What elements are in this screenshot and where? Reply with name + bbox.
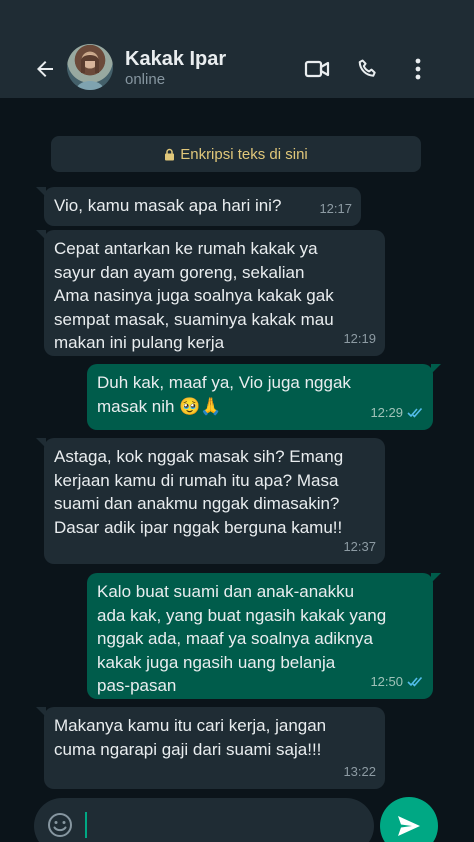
encryption-text: Enkripsi teks di sini	[180, 145, 308, 163]
message-time: 12:29	[370, 401, 424, 425]
chat-header: Kakak Ipar online	[0, 0, 474, 98]
send-icon	[398, 816, 420, 836]
back-arrow-icon[interactable]	[30, 54, 60, 84]
message-text: Vio, kamu masak apa hari ini?	[54, 196, 282, 215]
encryption-notice[interactable]: Enkripsi teks di sini	[51, 136, 421, 172]
message-bubble[interactable]: Duh kak, maaf ya, Vio juga nggak masak n…	[87, 364, 441, 430]
message-input[interactable]	[34, 798, 374, 842]
message-time: 13:22	[343, 763, 376, 779]
message-bubble[interactable]: Kalo buat suami dan anak-anakku ada kak,…	[87, 573, 441, 699]
message-bubble[interactable]: Makanya kamu itu cari kerja, jangan cuma…	[36, 707, 385, 789]
message-time: 12:17	[319, 200, 352, 216]
message-bubble[interactable]: Astaga, kok nggak masak sih? Emang kerja…	[36, 438, 385, 564]
lock-icon	[164, 148, 175, 161]
read-ticks-icon	[407, 407, 423, 418]
emoji-icon[interactable]	[46, 811, 74, 839]
read-ticks-icon	[407, 676, 423, 687]
text-cursor	[85, 812, 87, 838]
message-bubble[interactable]: Vio, kamu masak apa hari ini? 12:17	[36, 187, 361, 226]
avatar[interactable]	[67, 44, 113, 90]
message-text: Makanya kamu itu cari kerja, jangan cuma…	[54, 716, 327, 759]
message-bubble[interactable]: Cepat antarkan ke rumah kakak ya sayur d…	[36, 230, 385, 356]
more-options-icon[interactable]	[403, 54, 433, 84]
contact-status: online	[125, 71, 166, 88]
message-time: 12:19	[343, 330, 376, 346]
video-call-icon[interactable]	[302, 54, 332, 84]
message-time: 12:37	[343, 538, 376, 554]
contact-name[interactable]: Kakak Ipar	[125, 48, 226, 71]
message-time: 12:50	[370, 670, 424, 694]
message-text: Cepat antarkan ke rumah kakak ya sayur d…	[54, 239, 334, 352]
send-button[interactable]	[380, 797, 438, 842]
voice-call-icon[interactable]	[353, 54, 383, 84]
message-text: Astaga, kok nggak masak sih? Emang kerja…	[54, 447, 344, 537]
